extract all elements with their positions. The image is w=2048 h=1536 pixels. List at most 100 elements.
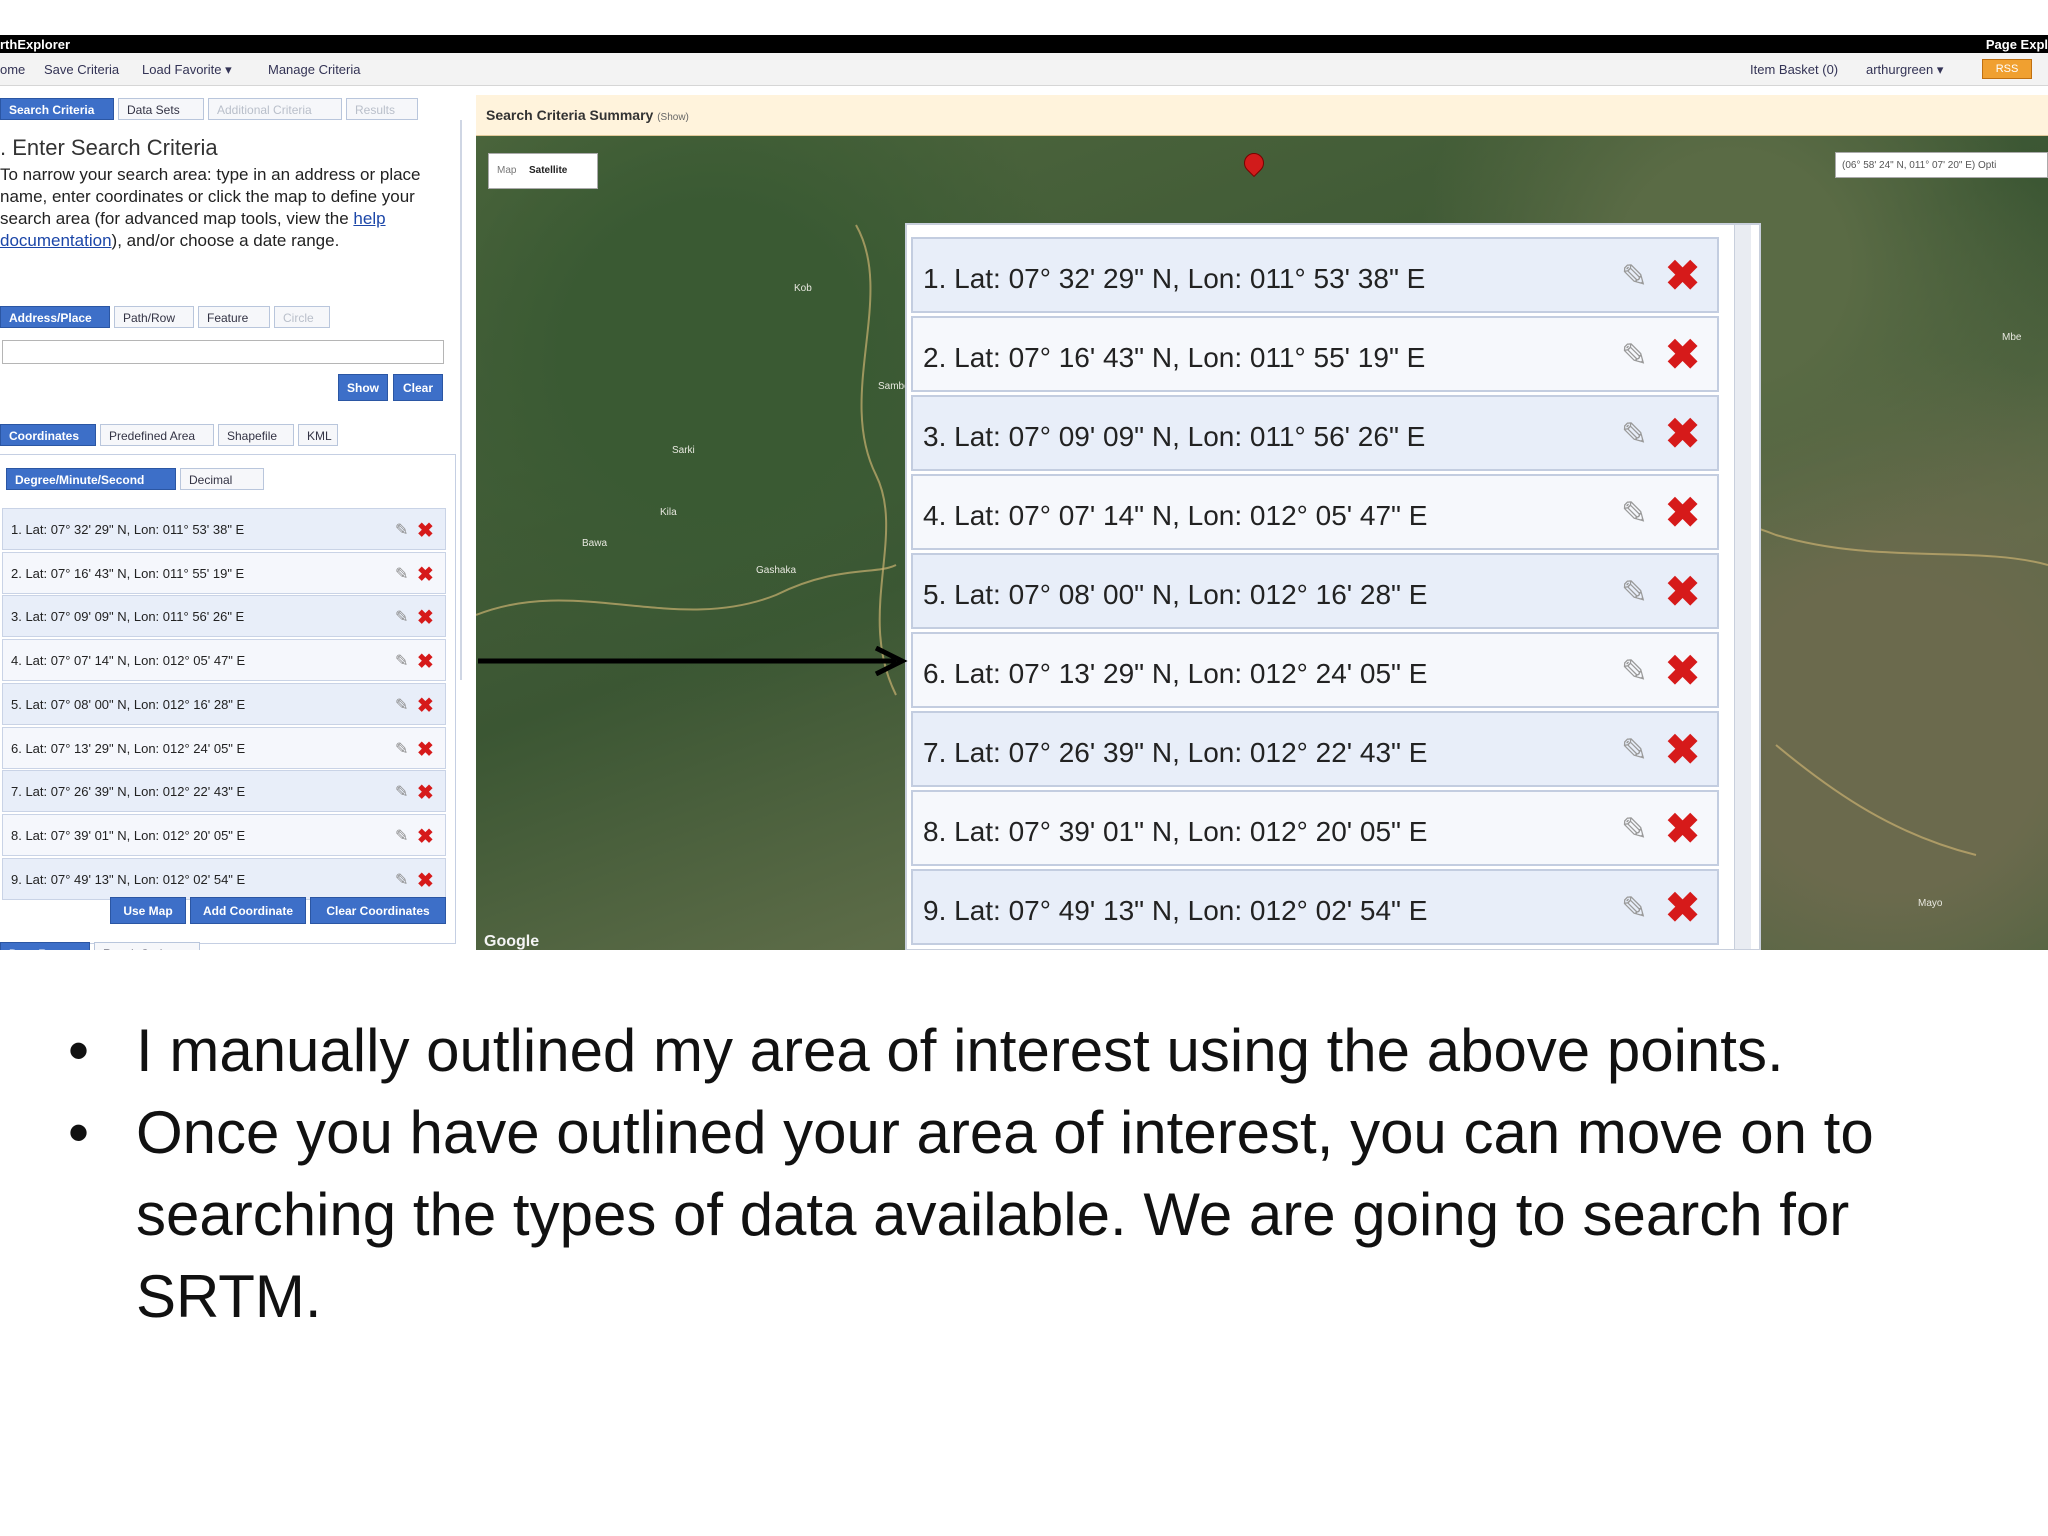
edit-pencil-icon[interactable]: ✎: [1621, 810, 1648, 848]
map-label-mayo: Mayo: [1918, 898, 1943, 909]
coordinate-row[interactable]: 9. Lat: 07° 49' 13" N, Lon: 012° 02' 54"…: [2, 857, 446, 900]
coordinate-row[interactable]: 5. Lat: 07° 08' 00" N, Lon: 012° 16' 28"…: [2, 682, 446, 725]
zoomed-scrollbar[interactable]: [1734, 225, 1751, 949]
bullet-text: Once you have outlined your area of inte…: [136, 1099, 1874, 1330]
edit-pencil-icon[interactable]: ✎: [395, 564, 408, 584]
tab-result-options[interactable]: Result Options: [94, 942, 200, 950]
tab-feature[interactable]: Feature: [198, 306, 270, 328]
summary-show-link[interactable]: (Show): [657, 112, 689, 123]
edit-pencil-icon[interactable]: ✎: [1621, 257, 1648, 295]
edit-pencil-icon[interactable]: ✎: [395, 826, 408, 846]
edit-pencil-icon[interactable]: ✎: [395, 607, 408, 627]
edit-pencil-icon[interactable]: ✎: [1621, 336, 1648, 374]
coordinate-text: 1. Lat: 07° 32' 29" N, Lon: 011° 53' 38"…: [11, 522, 245, 537]
nav-manage-criteria[interactable]: Manage Criteria: [268, 62, 361, 77]
delete-x-icon[interactable]: ✖: [1665, 488, 1700, 537]
rss-button[interactable]: RSS: [1982, 59, 2032, 79]
edit-pencil-icon[interactable]: ✎: [395, 782, 408, 802]
map-type-satellite[interactable]: Satellite: [529, 165, 567, 176]
edit-pencil-icon[interactable]: ✎: [395, 695, 408, 715]
nav-save-criteria[interactable]: Save Criteria: [44, 62, 119, 77]
delete-x-icon[interactable]: ✖: [417, 780, 434, 805]
address-input[interactable]: [2, 340, 444, 364]
coordinate-row[interactable]: 1. Lat: 07° 32' 29" N, Lon: 011° 53' 38"…: [2, 508, 446, 550]
edit-pencil-icon[interactable]: ✎: [395, 870, 408, 890]
delete-x-icon[interactable]: ✖: [1665, 883, 1700, 932]
zoomed-coordinate-row[interactable]: 2. Lat: 07° 16' 43" N, Lon: 011° 55' 19"…: [911, 316, 1719, 392]
delete-x-icon[interactable]: ✖: [1665, 409, 1700, 458]
edit-pencil-icon[interactable]: ✎: [1621, 494, 1648, 532]
zoomed-coordinate-row[interactable]: 4. Lat: 07° 07' 14" N, Lon: 012° 05' 47"…: [911, 474, 1719, 550]
map-label-gashaka: Gashaka: [756, 565, 797, 576]
map-coordinate-readout: (06° 58' 24" N, 011° 07' 20" E) Opti: [1835, 152, 2048, 178]
tab-data-sets[interactable]: Data Sets: [118, 98, 204, 120]
zoomed-coordinate-row[interactable]: 8. Lat: 07° 39' 01" N, Lon: 012° 20' 05"…: [911, 790, 1719, 866]
coordinate-row[interactable]: 7. Lat: 07° 26' 39" N, Lon: 012° 22' 43"…: [2, 770, 446, 813]
coordinate-row[interactable]: 8. Lat: 07° 39' 01" N, Lon: 012° 20' 05"…: [2, 813, 446, 856]
map-type-map[interactable]: Map: [497, 165, 516, 176]
zoomed-coordinate-row[interactable]: 3. Lat: 07° 09' 09" N, Lon: 011° 56' 26"…: [911, 395, 1719, 471]
tab-coordinates[interactable]: Coordinates: [0, 424, 96, 446]
edit-pencil-icon[interactable]: ✎: [395, 739, 408, 759]
criteria-title: . Enter Search Criteria: [0, 135, 218, 160]
zoomed-coordinate-row[interactable]: 6. Lat: 07° 13' 29" N, Lon: 012° 24' 05"…: [911, 632, 1719, 708]
delete-x-icon[interactable]: ✖: [417, 693, 434, 718]
tab-search-criteria[interactable]: Search Criteria: [0, 98, 114, 120]
delete-x-icon[interactable]: ✖: [417, 868, 434, 893]
zoomed-coordinate-row[interactable]: 7. Lat: 07° 26' 39" N, Lon: 012° 22' 43"…: [911, 711, 1719, 787]
nav-item-basket[interactable]: Item Basket (0): [1750, 62, 1838, 77]
clear-coordinates-button[interactable]: Clear Coordinates: [310, 897, 446, 924]
add-coordinate-button[interactable]: Add Coordinate: [190, 897, 306, 924]
map-header: Search Criteria Summary (Show): [476, 95, 2048, 136]
delete-x-icon[interactable]: ✖: [1665, 251, 1700, 300]
edit-pencil-icon[interactable]: ✎: [1621, 652, 1648, 690]
nav-user-menu[interactable]: arthurgreen ▾: [1866, 62, 1943, 78]
edit-pencil-icon[interactable]: ✎: [1621, 415, 1648, 453]
show-button[interactable]: Show: [338, 374, 388, 401]
search-criteria-summary-title[interactable]: Search Criteria Summary (Show): [486, 107, 689, 123]
delete-x-icon[interactable]: ✖: [417, 737, 434, 762]
edit-pencil-icon[interactable]: ✎: [1621, 731, 1648, 769]
tab-shapefile[interactable]: Shapefile: [218, 424, 294, 446]
delete-x-icon[interactable]: ✖: [1665, 567, 1700, 616]
delete-x-icon[interactable]: ✖: [417, 649, 434, 674]
delete-x-icon[interactable]: ✖: [417, 824, 434, 849]
tab-decimal[interactable]: Decimal: [180, 468, 264, 490]
delete-x-icon[interactable]: ✖: [1665, 725, 1700, 774]
zoomed-coordinate-row[interactable]: 9. Lat: 07° 49' 13" N, Lon: 012° 02' 54"…: [911, 869, 1719, 945]
nav-home[interactable]: ome: [0, 62, 25, 77]
left-panel: Search Criteria Data Sets Additional Cri…: [0, 90, 462, 950]
coordinate-row[interactable]: 4. Lat: 07° 07' 14" N, Lon: 012° 05' 47"…: [2, 639, 446, 682]
coordinate-row[interactable]: 6. Lat: 07° 13' 29" N, Lon: 012° 24' 05"…: [2, 726, 446, 769]
coordinate-row[interactable]: 3. Lat: 07° 09' 09" N, Lon: 011° 56' 26"…: [2, 595, 446, 638]
tab-path-row[interactable]: Path/Row: [114, 306, 194, 328]
delete-x-icon[interactable]: ✖: [1665, 646, 1700, 695]
tab-predefined-area[interactable]: Predefined Area: [100, 424, 214, 446]
tab-additional-criteria[interactable]: Additional Criteria: [208, 98, 342, 120]
summary-title-text: Search Criteria Summary: [486, 107, 654, 123]
edit-pencil-icon[interactable]: ✎: [1621, 573, 1648, 611]
use-map-button[interactable]: Use Map: [110, 897, 186, 924]
tab-address-place[interactable]: Address/Place: [0, 306, 110, 328]
clear-button[interactable]: Clear: [393, 374, 443, 401]
coordinate-text: 5. Lat: 07° 08' 00" N, Lon: 012° 16' 28"…: [11, 696, 246, 712]
zoomed-coordinate-row[interactable]: 5. Lat: 07° 08' 00" N, Lon: 012° 16' 28"…: [911, 553, 1719, 629]
tab-date-range[interactable]: Date Range: [0, 942, 90, 950]
tab-kml[interactable]: KML: [298, 424, 338, 446]
delete-x-icon[interactable]: ✖: [417, 605, 434, 630]
edit-pencil-icon[interactable]: ✎: [395, 651, 408, 671]
nav-load-favorite[interactable]: Load Favorite ▾: [142, 62, 232, 78]
tab-degree-minute-second[interactable]: Degree/Minute/Second: [6, 468, 176, 490]
tab-results[interactable]: Results: [346, 98, 418, 120]
delete-x-icon[interactable]: ✖: [417, 562, 434, 587]
coordinate-row[interactable]: 2. Lat: 07° 16' 43" N, Lon: 011° 55' 19"…: [2, 551, 446, 594]
map-label-sarki: Sarki: [672, 445, 695, 456]
tab-circle[interactable]: Circle: [274, 306, 330, 328]
edit-pencil-icon[interactable]: ✎: [1621, 889, 1648, 927]
delete-x-icon[interactable]: ✖: [1665, 330, 1700, 379]
delete-x-icon[interactable]: ✖: [1665, 804, 1700, 853]
delete-x-icon[interactable]: ✖: [417, 518, 434, 543]
bullet-item: • I manually outlined my area of interest…: [68, 1017, 1784, 1084]
edit-pencil-icon[interactable]: ✎: [395, 520, 408, 540]
zoomed-coordinate-row[interactable]: 1. Lat: 07° 32' 29" N, Lon: 011° 53' 38"…: [911, 237, 1719, 313]
